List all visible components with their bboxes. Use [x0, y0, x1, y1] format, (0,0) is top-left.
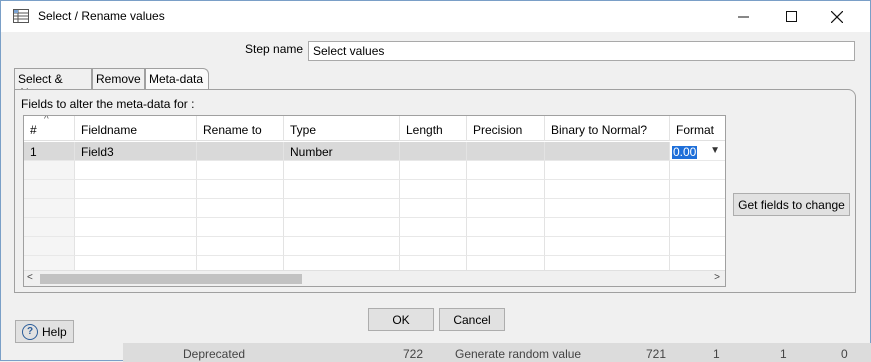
binary-cell[interactable] [545, 142, 670, 161]
meta-data-panel: Fields to alter the meta-data for : # ^ … [14, 89, 856, 293]
column-header-type[interactable]: Type [284, 116, 400, 141]
background-text: 721 [646, 347, 667, 361]
format-value[interactable]: 0.00 [672, 146, 698, 159]
tab-remove[interactable]: Remove [92, 68, 145, 90]
step-name-label: Step name [245, 42, 304, 56]
background-window-strip: Deprecated 722 Generate random value 721… [123, 343, 871, 362]
column-header-num[interactable]: # ^ [24, 116, 75, 141]
tab-meta-data[interactable]: Meta-data [145, 68, 209, 91]
scrollbar-thumb[interactable] [40, 274, 302, 284]
column-header-rename[interactable]: Rename to [197, 116, 284, 141]
ok-button[interactable]: OK [368, 308, 434, 331]
cancel-button[interactable]: Cancel [439, 308, 505, 331]
title-bar[interactable]: Select / Rename values [1, 1, 870, 32]
chevron-down-icon[interactable]: ▼ [710, 145, 720, 156]
table-row [24, 180, 725, 199]
background-text: Generate random value [455, 347, 582, 361]
background-text: 1 [713, 347, 720, 361]
tab-select-alter[interactable]: Select & Alter [14, 68, 92, 100]
background-text: Deprecated [183, 347, 246, 361]
chevron-right-icon[interactable]: > [714, 272, 720, 283]
length-cell[interactable] [400, 142, 467, 161]
maximize-button[interactable] [768, 1, 814, 32]
meta-data-table: # ^ Fieldname Rename to Type Length Prec… [23, 115, 726, 287]
background-text: 1 [780, 347, 787, 361]
column-header-binary[interactable]: Binary to Normal? [545, 116, 670, 141]
table-row [24, 218, 725, 237]
column-header-length[interactable]: Length [400, 116, 467, 141]
table-row [24, 237, 725, 256]
horizontal-scrollbar[interactable]: < > [24, 270, 725, 286]
column-header-fieldname[interactable]: Fieldname [75, 116, 197, 141]
chevron-left-icon[interactable]: < [27, 272, 33, 283]
get-fields-button[interactable]: Get fields to change [733, 193, 850, 216]
close-icon [831, 10, 843, 23]
help-button[interactable]: ? Help [15, 320, 74, 343]
help-label: Help [42, 324, 67, 339]
row-number: 1 [24, 142, 75, 161]
table-row [24, 199, 725, 218]
fieldname-cell[interactable]: Field3 [75, 142, 197, 161]
format-combo[interactable]: 0.00 ▼ [670, 142, 725, 161]
column-header-format[interactable]: Format [670, 116, 725, 141]
maximize-icon [785, 11, 797, 22]
precision-cell[interactable] [467, 142, 545, 161]
table-header: # ^ Fieldname Rename to Type Length Prec… [24, 116, 725, 141]
background-text: 722 [403, 347, 424, 361]
rename-cell[interactable] [197, 142, 284, 161]
sort-up-icon: ^ [44, 115, 49, 125]
column-label: # [30, 123, 37, 137]
close-button[interactable] [814, 1, 860, 32]
type-cell[interactable]: Number [284, 142, 400, 161]
minimize-button[interactable] [720, 1, 766, 32]
background-text: 0 [841, 347, 848, 361]
select-rename-dialog: Select / Rename values Step name Select … [0, 0, 871, 362]
fields-label: Fields to alter the meta-data for : [21, 97, 195, 111]
question-icon: ? [22, 323, 38, 340]
step-name-input[interactable]: Select values [308, 41, 855, 61]
grid-icon [13, 9, 29, 23]
minimize-icon [737, 16, 749, 18]
window-title: Select / Rename values [38, 9, 165, 23]
table-row [24, 161, 725, 180]
table-row[interactable]: 1 Field3 Number 0.00 ▼ [24, 142, 725, 161]
column-header-precision[interactable]: Precision [467, 116, 545, 141]
